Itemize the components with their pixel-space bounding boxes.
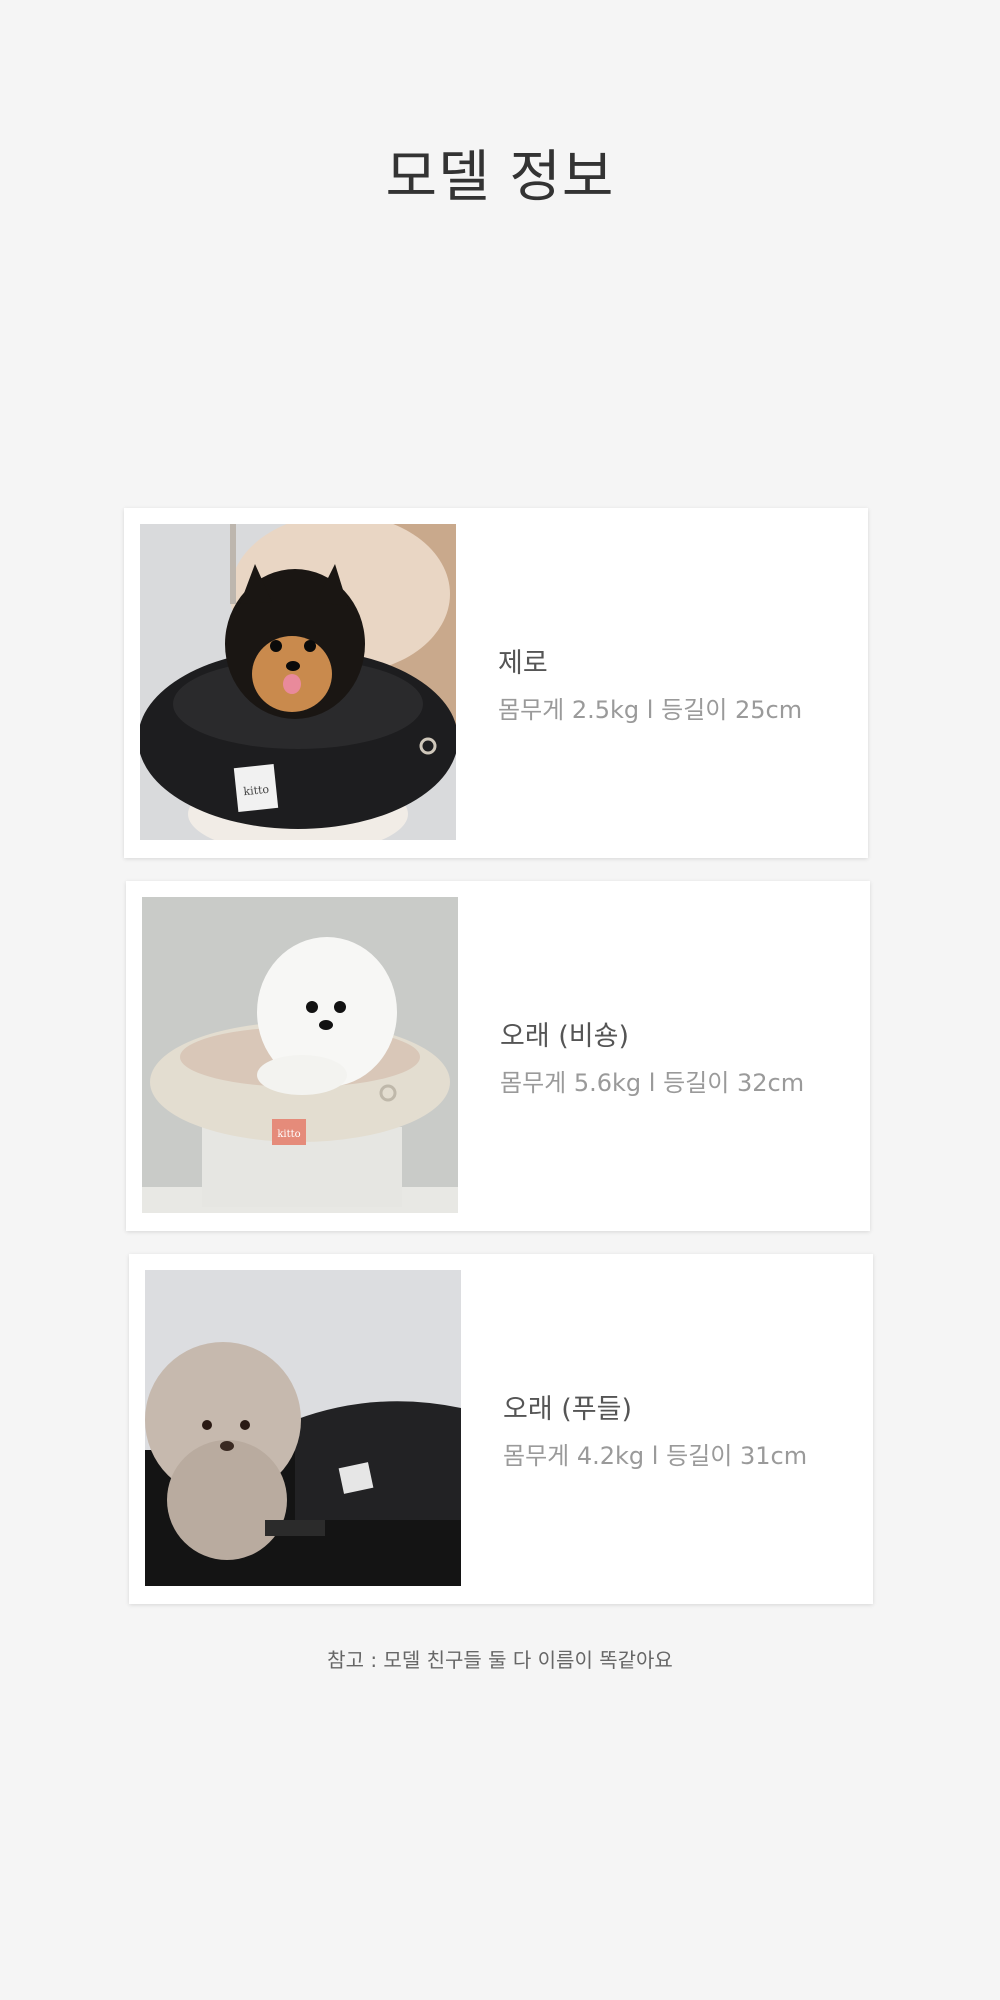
poodle-photo — [145, 1270, 461, 1586]
svg-text:kitto: kitto — [277, 1129, 300, 1140]
svg-text:kitto: kitto — [243, 783, 270, 799]
model-name: 오래 (비숑) — [500, 1021, 630, 1052]
model-card-poodle: 오래 (푸들) 몸무게 4.2kg l 등길이 31cm — [129, 1254, 873, 1604]
model-name: 제로 — [498, 648, 548, 679]
model-info: 오래 (비숑) 몸무게 5.6kg l 등길이 32cm — [500, 881, 804, 1231]
model-name: 오래 (푸들) — [503, 1394, 633, 1425]
model-spec: 몸무게 4.2kg l 등길이 31cm — [503, 1442, 808, 1470]
pomeranian-photo: kitto — [140, 524, 456, 840]
page-title: 모델 정보 — [385, 145, 615, 210]
model-info: 오래 (푸들) 몸무게 4.2kg l 등길이 31cm — [503, 1254, 807, 1604]
model-card-bichon: kitto 오래 (비숑) 몸무게 5.6kg l 등길이 32cm — [126, 881, 870, 1231]
model-card-zero: kitto 제로 몸무게 2.5kg l 등길이 25cm — [124, 508, 868, 858]
model-info: 제로 몸무게 2.5kg l 등길이 25cm — [498, 508, 802, 858]
bichon-photo: kitto — [142, 897, 458, 1213]
footnote: 참고 : 모델 친구들 둘 다 이름이 똑같아요 — [327, 1648, 673, 1672]
model-spec: 몸무게 5.6kg l 등길이 32cm — [500, 1069, 805, 1097]
model-spec: 몸무게 2.5kg l 등길이 25cm — [498, 696, 803, 724]
